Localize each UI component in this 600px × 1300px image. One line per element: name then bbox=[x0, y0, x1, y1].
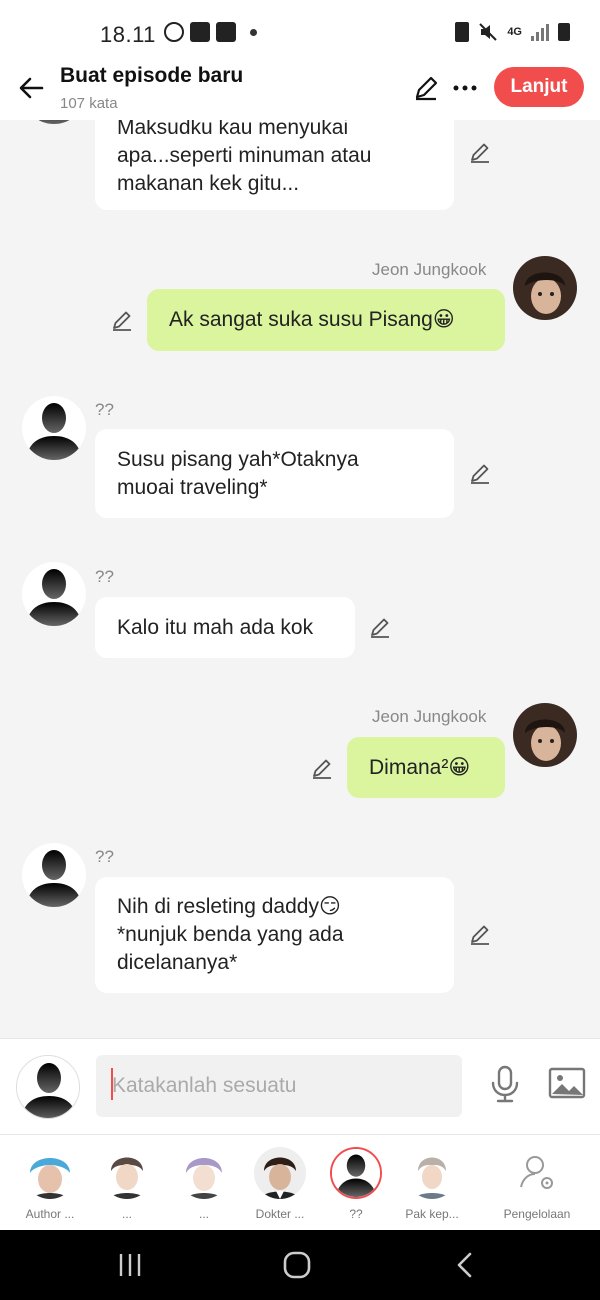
mute-icon bbox=[479, 23, 498, 41]
word-count: 107 kata bbox=[60, 95, 118, 112]
manage-characters-icon bbox=[520, 1156, 553, 1189]
image-icon[interactable] bbox=[548, 1066, 586, 1100]
app-header: Buat episode baru 107 kata Lanjut bbox=[0, 62, 600, 120]
avatar[interactable] bbox=[22, 562, 86, 626]
avatar[interactable] bbox=[22, 396, 86, 460]
character-avatar bbox=[178, 1147, 230, 1199]
message-bubble[interactable]: Ak sangat suka susu Pisang😀 bbox=[147, 289, 505, 351]
more-options-icon[interactable] bbox=[451, 74, 479, 102]
character-avatar bbox=[330, 1147, 382, 1199]
character-management[interactable]: Pengelolaan bbox=[496, 1143, 578, 1221]
edit-message-icon[interactable] bbox=[468, 140, 492, 164]
character-avatar bbox=[101, 1147, 153, 1199]
recycle-icon bbox=[455, 22, 470, 42]
back-arrow-icon[interactable] bbox=[14, 70, 50, 106]
home-icon[interactable] bbox=[280, 1248, 314, 1282]
text-cursor bbox=[111, 1068, 113, 1100]
message-bubble[interactable]: Nih di resleting daddy😏 *nunjuk benda ya… bbox=[95, 877, 454, 993]
microphone-icon[interactable] bbox=[486, 1064, 524, 1104]
message-bubble[interactable]: Kalo itu mah ada kok bbox=[95, 597, 355, 658]
next-button[interactable]: Lanjut bbox=[494, 67, 584, 107]
more-notifications-icon bbox=[250, 28, 257, 36]
character-item[interactable]: ... bbox=[164, 1143, 244, 1221]
message-bubble[interactable]: Susu pisang yah*Otaknya muoai traveling* bbox=[95, 429, 454, 518]
speaker-name: ?? bbox=[95, 400, 114, 419]
edit-message-icon[interactable] bbox=[368, 615, 392, 639]
character-selector: Author ... ... ... Dokter ... ?? Pak kep… bbox=[0, 1134, 600, 1230]
speaker-name: Jeon Jungkook bbox=[372, 707, 487, 726]
avatar[interactable] bbox=[513, 703, 577, 767]
character-avatar bbox=[406, 1147, 458, 1199]
current-character-avatar[interactable] bbox=[16, 1055, 80, 1119]
status-time: 18.11 bbox=[100, 22, 156, 47]
character-item[interactable]: ?? bbox=[316, 1143, 396, 1221]
network-type: 4G bbox=[507, 26, 522, 38]
speaker-name: Jeon Jungkook bbox=[372, 260, 487, 279]
character-avatar bbox=[254, 1147, 306, 1199]
character-item[interactable]: Author ... bbox=[10, 1143, 90, 1221]
avatar[interactable] bbox=[22, 120, 86, 124]
character-item[interactable]: ... bbox=[87, 1143, 167, 1221]
battery-icon bbox=[558, 23, 570, 41]
chat-area[interactable]: Maksudku kau menyukai apa...seperti minu… bbox=[0, 120, 600, 1038]
edit-title-icon[interactable] bbox=[412, 74, 440, 102]
character-avatar bbox=[24, 1147, 76, 1199]
avatar[interactable] bbox=[513, 256, 577, 320]
message-bubble[interactable]: Maksudku kau menyukai apa...seperti minu… bbox=[95, 120, 454, 210]
whatsapp-icon bbox=[164, 22, 184, 42]
character-item[interactable]: Dokter ... bbox=[240, 1143, 320, 1221]
signal-icon bbox=[531, 23, 549, 41]
gallery-icon bbox=[190, 22, 210, 42]
speaker-name: ?? bbox=[95, 847, 114, 866]
status-bar: 18.11 4G bbox=[0, 0, 600, 62]
avatar[interactable] bbox=[22, 843, 86, 907]
system-navigation-bar bbox=[0, 1230, 600, 1300]
app-notification-icon bbox=[216, 22, 236, 42]
speaker-name: ?? bbox=[95, 567, 114, 586]
edit-message-icon[interactable] bbox=[468, 922, 492, 946]
edit-message-icon[interactable] bbox=[468, 461, 492, 485]
edit-message-icon[interactable] bbox=[110, 308, 134, 332]
recent-apps-icon[interactable] bbox=[113, 1248, 147, 1282]
back-icon[interactable] bbox=[448, 1248, 482, 1282]
edit-message-icon[interactable] bbox=[310, 756, 334, 780]
message-input[interactable] bbox=[96, 1055, 462, 1117]
character-item[interactable]: Pak kep... bbox=[392, 1143, 472, 1221]
page-title: Buat episode baru bbox=[60, 64, 244, 87]
message-bubble[interactable]: Dimana²😀 bbox=[347, 737, 505, 798]
